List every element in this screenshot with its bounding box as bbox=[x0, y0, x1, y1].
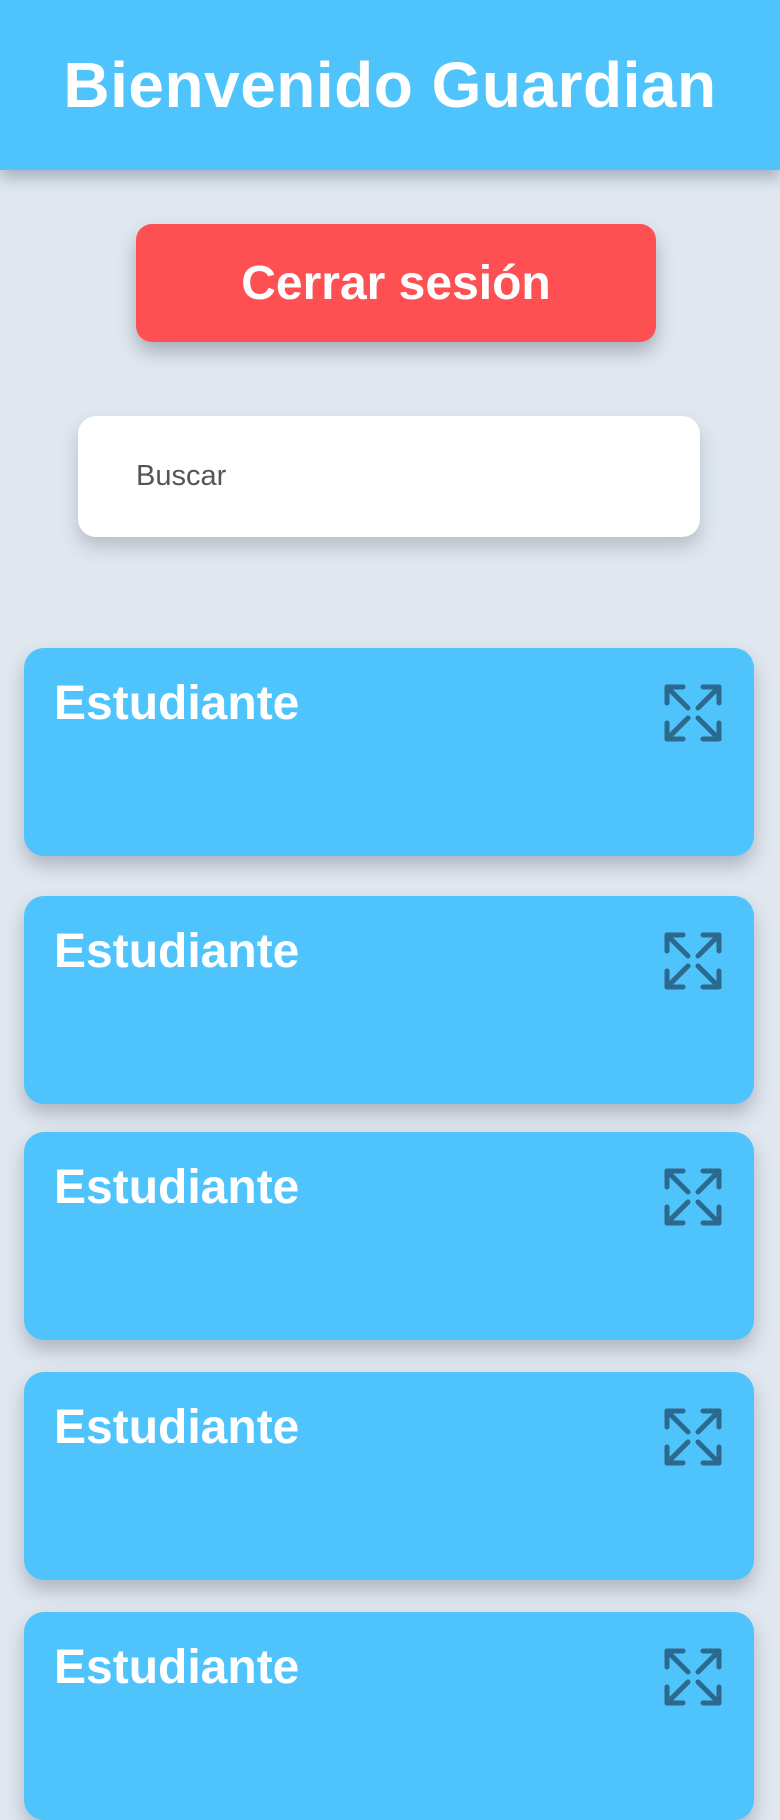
expand-icon[interactable] bbox=[664, 1408, 722, 1466]
student-card-title: Estudiante bbox=[54, 1401, 300, 1454]
student-card-title: Estudiante bbox=[54, 1641, 300, 1694]
expand-icon[interactable] bbox=[664, 684, 722, 742]
expand-icon[interactable] bbox=[664, 1648, 722, 1706]
logout-button[interactable]: Cerrar sesión bbox=[136, 224, 656, 342]
student-card[interactable]: Estudiante bbox=[24, 896, 754, 1104]
app-header: Bienvenido Guardian bbox=[0, 0, 780, 170]
student-card-title: Estudiante bbox=[54, 677, 300, 730]
student-card-title: Estudiante bbox=[54, 925, 300, 978]
student-card-title: Estudiante bbox=[54, 1161, 300, 1214]
search-input[interactable] bbox=[136, 460, 700, 493]
student-card[interactable]: Estudiante bbox=[24, 648, 754, 856]
student-card[interactable]: Estudiante bbox=[24, 1132, 754, 1340]
page-title: Bienvenido Guardian bbox=[63, 49, 717, 121]
expand-icon[interactable] bbox=[664, 1168, 722, 1226]
student-card[interactable]: Estudiante bbox=[24, 1372, 754, 1580]
expand-icon[interactable] bbox=[664, 932, 722, 990]
search-box bbox=[78, 416, 700, 537]
student-card[interactable]: Estudiante bbox=[24, 1612, 754, 1820]
